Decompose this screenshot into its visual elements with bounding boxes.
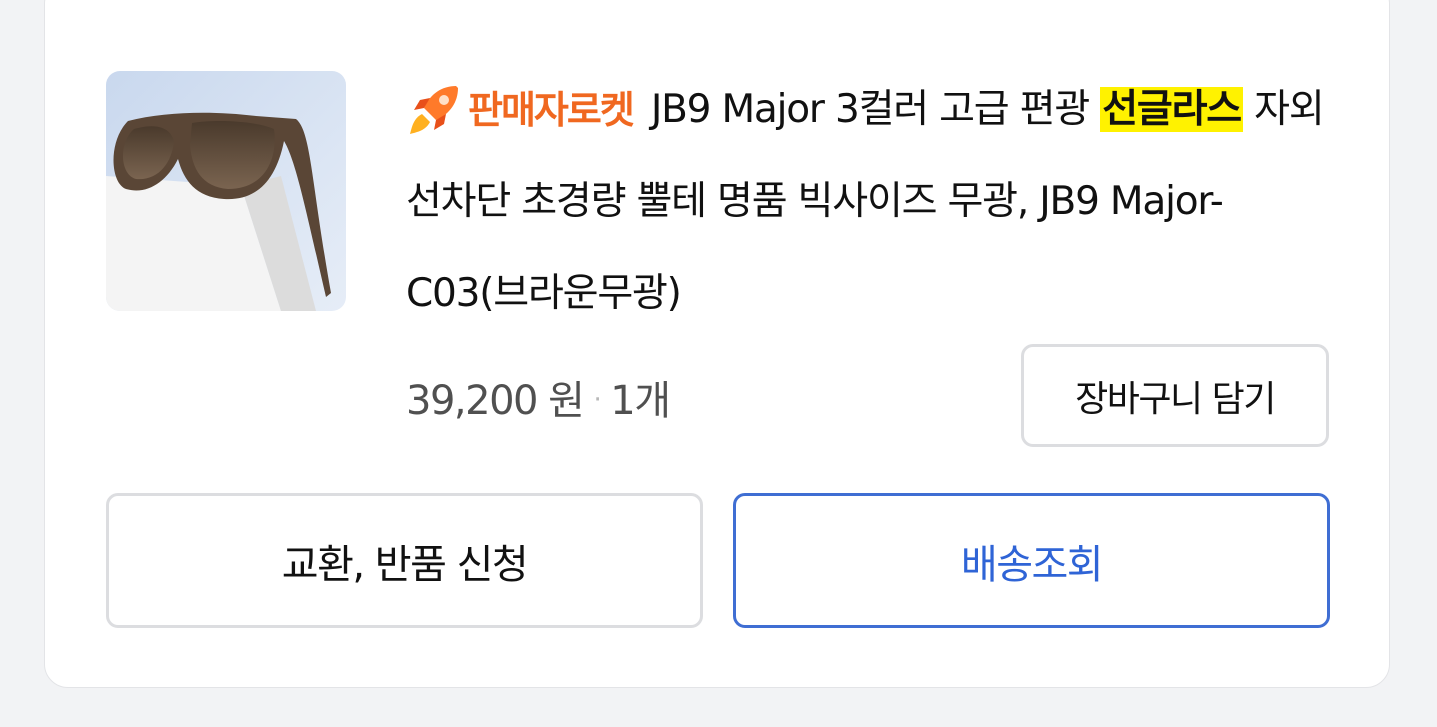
product-image[interactable] bbox=[106, 71, 346, 311]
rocket-icon bbox=[406, 80, 464, 138]
title-text-prefix: JB9 Major 3컬러 고급 편광 bbox=[650, 87, 1101, 132]
add-to-cart-button[interactable]: 장바구니 담기 bbox=[1021, 344, 1329, 447]
product-title[interactable]: 판매자로켓 JB9 Major 3컬러 고급 편광 선글라스 자외선차단 초경량 … bbox=[406, 64, 1336, 340]
title-highlight: 선글라스 bbox=[1100, 87, 1243, 132]
price: 39,200 원 bbox=[406, 378, 585, 424]
quantity: 1개 bbox=[610, 378, 671, 424]
separator-dot: · bbox=[593, 385, 601, 415]
sunglasses-image bbox=[106, 71, 346, 311]
exchange-return-button[interactable]: 교환, 반품 신청 bbox=[106, 493, 703, 628]
price-quantity: 39,200 원 · 1개 bbox=[406, 368, 671, 426]
seller-rocket-label: 판매자로켓 bbox=[468, 88, 635, 132]
seller-rocket-badge: 판매자로켓 bbox=[406, 64, 635, 156]
track-delivery-button[interactable]: 배송조회 bbox=[733, 493, 1330, 628]
